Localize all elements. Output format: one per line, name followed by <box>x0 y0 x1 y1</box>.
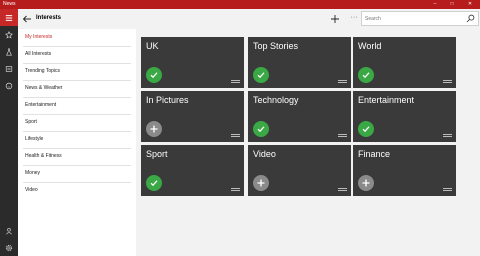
drag-handle-icon[interactable] <box>338 134 347 137</box>
interests-menu: My Interests All Interests Trending Topi… <box>18 29 136 256</box>
drag-handle-icon[interactable] <box>443 188 452 191</box>
news-icon <box>5 65 13 72</box>
search-icon[interactable] <box>466 14 475 23</box>
tile-title: Top Stories <box>253 41 299 51</box>
tile-title: Video <box>253 149 276 159</box>
icon-rail <box>0 9 18 256</box>
more-options-button[interactable]: ··· <box>348 13 360 23</box>
selected-badge[interactable] <box>358 67 374 83</box>
plus-icon <box>257 179 265 187</box>
menu-item-entertainment[interactable]: Entertainment <box>18 97 136 114</box>
menu-item-sport[interactable]: Sport <box>18 114 136 131</box>
hamburger-button[interactable] <box>0 9 18 26</box>
interest-tile-finance[interactable]: Finance <box>353 145 456 196</box>
checkmark-icon <box>257 126 265 133</box>
person-icon <box>6 227 12 234</box>
smiley-icon <box>5 82 13 89</box>
menu-item-news-weather[interactable]: News & Weather <box>18 80 136 97</box>
app-title: News <box>3 1 16 7</box>
rail-settings-button[interactable] <box>0 239 18 256</box>
page-header: Interests ··· <box>18 9 480 29</box>
search-input[interactable] <box>365 13 461 24</box>
tile-title: World <box>358 41 382 51</box>
interest-tile-video[interactable]: Video <box>248 145 351 196</box>
drag-handle-icon[interactable] <box>231 134 240 137</box>
menu-item-trending-topics[interactable]: Trending Topics <box>18 63 136 80</box>
tile-title: In Pictures <box>146 95 189 105</box>
add-badge[interactable] <box>146 121 162 137</box>
flask-icon <box>6 47 12 56</box>
drag-handle-icon[interactable] <box>231 80 240 83</box>
checkmark-icon <box>150 180 158 187</box>
gear-icon <box>5 244 13 251</box>
drag-handle-icon[interactable] <box>443 80 452 83</box>
maximize-button[interactable]: □ <box>445 0 459 9</box>
selected-badge[interactable] <box>146 67 162 83</box>
rail-favorites-button[interactable] <box>0 26 18 43</box>
menu-item-lifestyle[interactable]: Lifestyle <box>18 131 136 148</box>
rail-entertainment-button[interactable] <box>0 77 18 94</box>
interest-tile-top-stories[interactable]: Top Stories <box>248 37 351 88</box>
rail-news-button[interactable] <box>0 60 18 77</box>
checkmark-icon <box>150 72 158 79</box>
drag-handle-icon[interactable] <box>338 188 347 191</box>
checkmark-icon <box>362 126 370 133</box>
add-badge[interactable] <box>358 175 374 191</box>
selected-badge[interactable] <box>358 121 374 137</box>
menu-item-all-interests[interactable]: All Interests <box>18 46 136 63</box>
checkmark-icon <box>257 72 265 79</box>
drag-handle-icon[interactable] <box>443 134 452 137</box>
tile-title: Technology <box>253 95 299 105</box>
selected-badge[interactable] <box>146 175 162 191</box>
menu-item-my-interests[interactable]: My Interests <box>18 29 136 46</box>
menu-item-money[interactable]: Money <box>18 165 136 182</box>
interest-tile-in-pictures[interactable]: In Pictures <box>141 91 244 142</box>
tile-title: Entertainment <box>358 95 415 105</box>
tile-title: Finance <box>358 149 391 159</box>
selected-badge[interactable] <box>253 121 269 137</box>
checkmark-icon <box>362 72 370 79</box>
tile-title: UK <box>146 41 159 51</box>
rail-science-button[interactable] <box>0 43 18 60</box>
page-title: Interests <box>36 15 62 21</box>
tile-title: Sport <box>146 149 168 159</box>
interest-tile-entertainment[interactable]: Entertainment <box>353 91 456 142</box>
hamburger-icon <box>5 14 13 21</box>
title-bar: News – □ ✕ <box>0 0 480 9</box>
add-badge[interactable] <box>253 175 269 191</box>
menu-item-video[interactable]: Video <box>18 182 136 199</box>
interest-tile-technology[interactable]: Technology <box>248 91 351 142</box>
add-interest-icon[interactable] <box>330 14 340 24</box>
interest-tile-sport[interactable]: Sport <box>141 145 244 196</box>
drag-handle-icon[interactable] <box>231 188 240 191</box>
rail-account-button[interactable] <box>0 222 18 239</box>
menu-item-health-fitness[interactable]: Health & Fitness <box>18 148 136 165</box>
drag-handle-icon[interactable] <box>338 80 347 83</box>
interest-tile-world[interactable]: World <box>353 37 456 88</box>
back-arrow-icon[interactable] <box>22 14 32 24</box>
minimize-button[interactable]: – <box>428 0 442 9</box>
close-button[interactable]: ✕ <box>463 0 477 9</box>
plus-icon <box>362 179 370 187</box>
search-box[interactable] <box>361 11 479 26</box>
star-icon <box>5 30 13 39</box>
interest-tile-uk[interactable]: UK <box>141 37 244 88</box>
selected-badge[interactable] <box>253 67 269 83</box>
plus-icon <box>150 125 158 133</box>
